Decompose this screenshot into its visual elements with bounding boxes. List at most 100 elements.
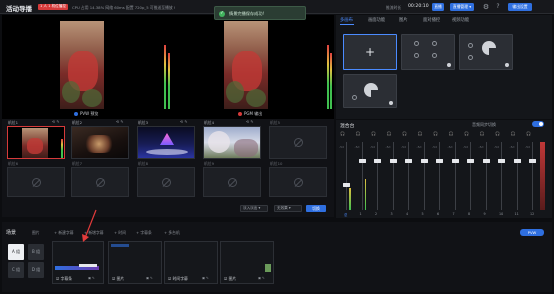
scene-tile-empty[interactable]	[137, 167, 195, 197]
monitor-area: PVW 预览 PGM 输出	[2, 15, 334, 119]
fader-knob[interactable]	[358, 159, 366, 163]
db-label: -5d	[525, 145, 530, 149]
duration-select[interactable]: 无效果 ▾	[274, 205, 302, 212]
fader-knob[interactable]	[467, 159, 474, 163]
headphone-icon[interactable]: 🎧	[511, 131, 516, 136]
fader-knob[interactable]	[420, 159, 428, 163]
fader-track[interactable]	[392, 142, 394, 210]
fader-track[interactable]	[408, 142, 409, 210]
fader-track[interactable]	[532, 142, 533, 210]
help-icon[interactable]: ?	[494, 3, 502, 11]
bank-c[interactable]: C 组	[8, 262, 24, 278]
headphone-icon[interactable]: 🎧	[526, 131, 531, 136]
headphone-icon[interactable]: 🎧	[480, 131, 485, 136]
fader-knob[interactable]	[374, 159, 381, 163]
subtitle-card-tools[interactable]: ▣ ✎	[88, 276, 95, 280]
tab-subtitle-bar[interactable]: + 字幕条	[136, 230, 152, 236]
tab-multi-machine[interactable]: + 多台机	[164, 230, 180, 236]
tab-video-function[interactable]: 视频功能	[452, 17, 469, 23]
scene-tools-icon[interactable]: ⟲ ✎	[180, 119, 188, 124]
system-info: CPU 占用 14.38% 网络 60ms 配置 720p_5 可推送至播放 !	[72, 4, 176, 10]
master-level-meter	[540, 142, 545, 210]
bottom-title: 场景	[6, 230, 17, 236]
fader-track[interactable]	[439, 142, 440, 210]
fader-track[interactable]	[485, 142, 487, 210]
scene-tools-icon[interactable]: ⟲ ✎	[116, 119, 124, 124]
scene-tile-empty[interactable]	[269, 126, 327, 159]
scene-tile-empty[interactable]	[71, 167, 129, 197]
tab-picture-function[interactable]: 画面功能	[368, 17, 385, 23]
scene-tile-empty[interactable]	[7, 167, 65, 197]
headphone-icon[interactable]: 🎧	[340, 131, 345, 136]
headphone-icon[interactable]: 🎧	[356, 131, 361, 136]
headphone-icon[interactable]: 🎧	[433, 131, 438, 136]
scene-tile[interactable]	[7, 126, 65, 159]
live-button[interactable]: 直播	[432, 3, 444, 11]
pvw-button[interactable]: PVW	[520, 229, 544, 236]
fader-knob[interactable]	[405, 159, 412, 163]
fader-knob[interactable]	[343, 182, 350, 187]
output-settings-button[interactable]: 输出设置	[508, 3, 532, 11]
tab-multi-canvas[interactable]: 多画布	[340, 17, 353, 23]
db-label: -5d	[463, 145, 468, 149]
audio-sync-toggle[interactable]	[532, 121, 544, 127]
headphone-icon[interactable]: 🎧	[449, 131, 454, 136]
fader-track[interactable]	[516, 142, 518, 210]
check-icon: ✓	[219, 10, 225, 17]
bank-d[interactable]: D 组	[28, 262, 44, 278]
bank-a[interactable]: A 组	[8, 244, 24, 260]
subtitle-card-tools[interactable]: ▣ ✎	[202, 276, 209, 280]
fader-track[interactable]	[470, 142, 471, 210]
tab-image[interactable]: 图片	[32, 230, 40, 236]
layout-tile[interactable]	[343, 74, 397, 108]
fader-track[interactable]	[454, 142, 456, 210]
headphone-icon[interactable]: 🎧	[402, 131, 407, 136]
fader-knob[interactable]	[436, 159, 443, 163]
channel-name: 4	[406, 212, 409, 216]
preview-video	[60, 21, 104, 109]
headphone-icon[interactable]: 🎧	[495, 131, 500, 136]
headphone-icon[interactable]: 🎧	[387, 131, 392, 136]
scene-tile[interactable]	[71, 126, 129, 159]
tab-face-control[interactable]: 面对播控	[423, 17, 440, 23]
fader-knob[interactable]	[482, 159, 490, 163]
channel-name: 2	[375, 212, 378, 216]
scene-tile-empty[interactable]	[269, 167, 327, 197]
scene-tools-icon[interactable]: ⟲ ✎	[52, 119, 60, 124]
fader-knob[interactable]	[498, 159, 505, 163]
scene-tools-icon[interactable]: ⟲ ✎	[246, 119, 254, 124]
layout-tile[interactable]	[459, 34, 513, 70]
fader-knob[interactable]	[513, 159, 521, 163]
scene-tile[interactable]	[203, 126, 261, 159]
tab-underline	[340, 24, 354, 25]
headphone-icon[interactable]: 🎧	[464, 131, 469, 136]
fader-track[interactable]	[377, 142, 378, 210]
fader-track[interactable]	[361, 142, 363, 210]
headphone-icon[interactable]: 🎧	[371, 131, 376, 136]
fader-track[interactable]	[423, 142, 425, 210]
layout-tile[interactable]	[401, 34, 455, 70]
headphone-icon[interactable]: 🎧	[418, 131, 423, 136]
fader-knob[interactable]	[389, 159, 397, 163]
add-layout-button[interactable]: +	[343, 34, 397, 70]
fader-track[interactable]	[346, 142, 347, 210]
scene-tile[interactable]	[137, 126, 195, 159]
gear-icon[interactable]: ⚙	[482, 3, 490, 11]
fader-knob[interactable]	[451, 159, 459, 163]
bank-b[interactable]: B 组	[28, 244, 44, 260]
scene-tile-empty[interactable]	[203, 167, 261, 197]
app-title: 活动导播	[6, 5, 32, 13]
mixer-title: 混合台	[340, 124, 355, 129]
tab-time[interactable]: + 时间	[114, 230, 126, 236]
fader-knob[interactable]	[529, 159, 536, 163]
empty-icon	[293, 138, 303, 147]
subtitle-card-tools[interactable]: ▣ ✎	[258, 276, 265, 280]
tab-image[interactable]: 图片	[399, 17, 408, 23]
switch-button[interactable]: 切换	[306, 205, 326, 212]
live-manage-button[interactable]: 直播管理 ▾	[450, 3, 474, 11]
transition-select[interactable]: 淡入淡出 ▾	[240, 205, 268, 212]
tab-new-subtitle[interactable]: + 新建字幕	[54, 230, 74, 236]
subtitle-card-tools[interactable]: ▣ ✎	[146, 276, 153, 280]
empty-icon	[293, 177, 303, 187]
fader-track[interactable]	[501, 142, 502, 210]
